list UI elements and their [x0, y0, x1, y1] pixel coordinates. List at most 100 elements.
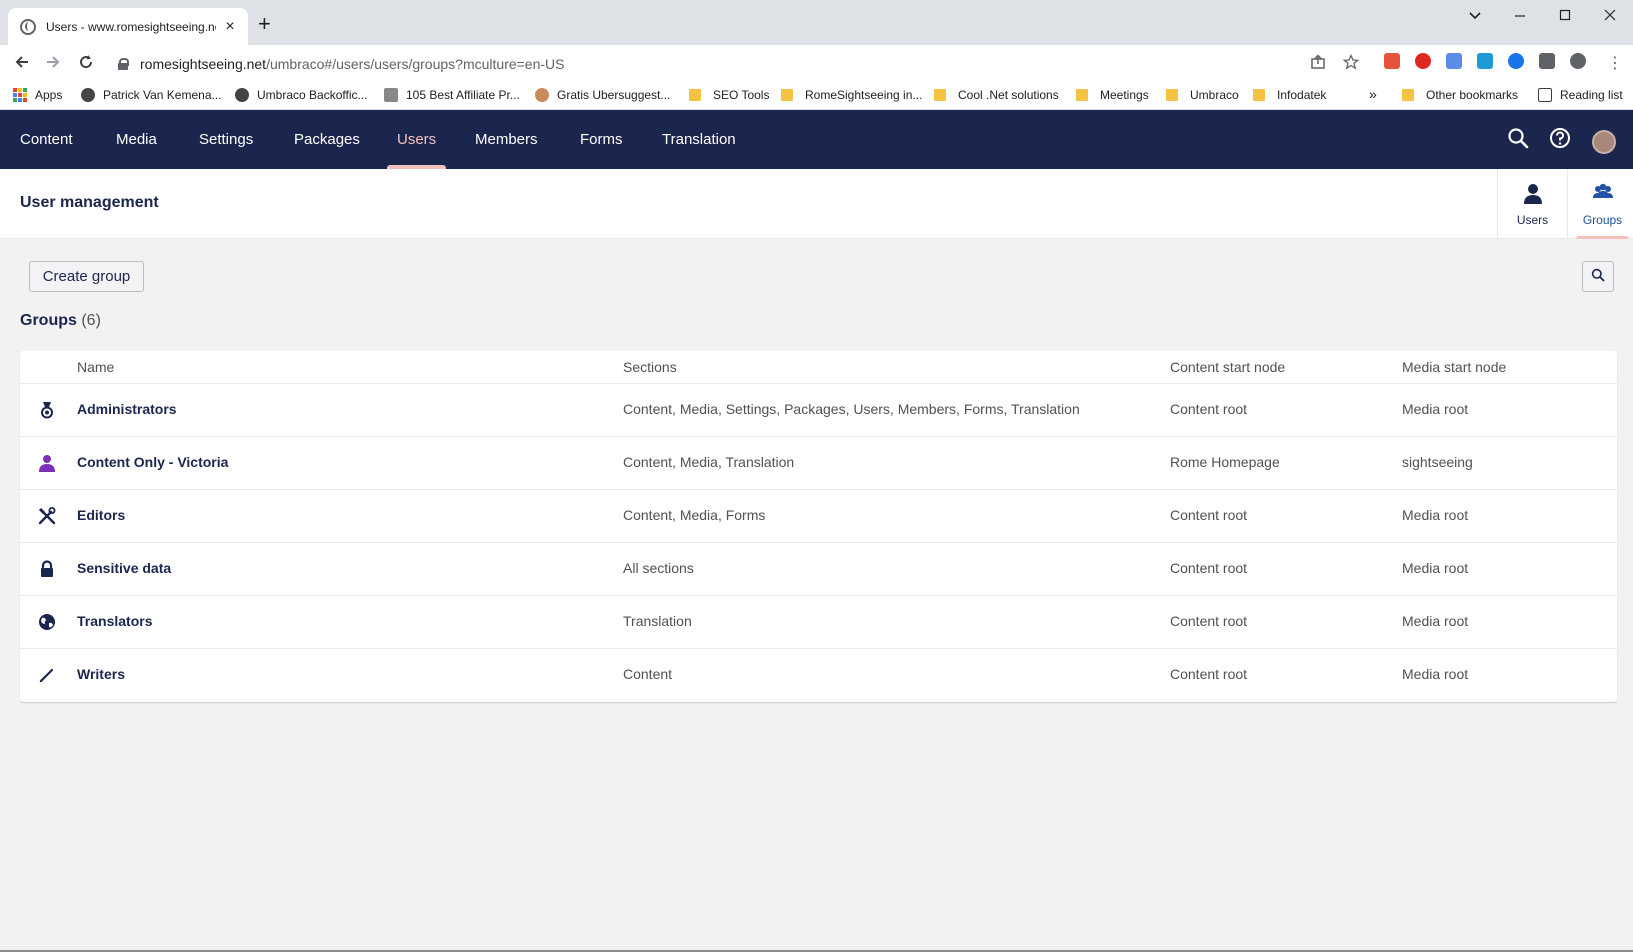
- reading-list[interactable]: Reading list: [1538, 88, 1623, 102]
- user-avatar[interactable]: [1592, 130, 1616, 154]
- group-name[interactable]: Translators: [77, 613, 152, 629]
- tab-close-icon[interactable]: ×: [222, 18, 238, 36]
- apps-icon: [13, 88, 27, 102]
- groups-title: Groups: [20, 312, 77, 329]
- translate-extension-icon[interactable]: [1446, 53, 1462, 69]
- search-icon[interactable]: [1507, 127, 1529, 154]
- pencil-icon: [38, 666, 56, 684]
- group-search-button[interactable]: [1582, 261, 1614, 292]
- section-packages[interactable]: Packages: [294, 110, 360, 169]
- section-content[interactable]: Content: [20, 110, 73, 169]
- table-row[interactable]: Content Only - Victoria Content, Media, …: [20, 437, 1617, 490]
- folder-icon: [1253, 89, 1265, 101]
- site-icon: [384, 88, 398, 102]
- new-tab-button[interactable]: +: [258, 13, 271, 35]
- lock-icon: [38, 560, 56, 578]
- bookmark-seo-tools[interactable]: SEO Tools: [689, 88, 769, 102]
- subnav-users[interactable]: Users: [1497, 169, 1567, 239]
- globe-icon: [20, 18, 36, 35]
- group-name[interactable]: Content Only - Victoria: [77, 454, 228, 470]
- table-row[interactable]: Sensitive data All sections Content root…: [20, 543, 1617, 596]
- url-host: romesightseeing.net: [140, 55, 267, 72]
- bookmark-umbraco-backoffice[interactable]: Umbraco Backoffic...: [235, 88, 367, 102]
- bookmark-romesightseeing[interactable]: RomeSightseeing in...: [781, 88, 922, 102]
- group-sections: Content, Media, Forms: [623, 507, 766, 523]
- bookmark-meetings[interactable]: Meetings: [1076, 88, 1149, 102]
- play-extension-icon[interactable]: [1508, 53, 1524, 69]
- page-title: User management: [20, 194, 159, 211]
- other-bookmarks[interactable]: Other bookmarks: [1402, 88, 1518, 102]
- subnav-users-label: Users: [1516, 213, 1549, 227]
- forward-icon[interactable]: [42, 53, 64, 75]
- kebab-menu-icon[interactable]: ⋮: [1607, 53, 1623, 73]
- site-icon: [535, 88, 549, 102]
- group-name[interactable]: Editors: [77, 507, 125, 523]
- section-members[interactable]: Members: [475, 110, 538, 169]
- column-content-start-node: Content start node: [1170, 359, 1286, 375]
- group-name[interactable]: Writers: [77, 666, 125, 682]
- create-group-button[interactable]: Create group: [29, 261, 144, 292]
- editor-header: User management Users Groups: [0, 169, 1633, 239]
- bookmarks-bar: Apps Patrick Van Kemena... Umbraco Backo…: [0, 82, 1633, 110]
- group-content-start: Rome Homepage: [1170, 454, 1280, 470]
- section-media[interactable]: Media: [116, 110, 157, 169]
- section-translation[interactable]: Translation: [662, 110, 736, 169]
- tab-title: Users - www.romesightseeing.ne: [46, 19, 216, 34]
- bookmark-umbraco[interactable]: Umbraco: [1166, 88, 1239, 102]
- group-media-start: sightseeing: [1402, 454, 1473, 470]
- bookmark-apps[interactable]: Apps: [13, 88, 62, 102]
- group-content-start: Content root: [1170, 666, 1248, 682]
- group-media-start: Media root: [1402, 560, 1469, 576]
- table-row[interactable]: Translators Translation Content root Med…: [20, 596, 1617, 649]
- section-settings[interactable]: Settings: [199, 110, 253, 169]
- globe-icon: [38, 613, 56, 631]
- tab-search-icon[interactable]: [1463, 8, 1487, 27]
- table-row[interactable]: Editors Content, Media, Forms Content ro…: [20, 490, 1617, 543]
- mail-extension-icon[interactable]: [1477, 53, 1493, 69]
- bookmark-affiliate[interactable]: 105 Best Affiliate Pr...: [384, 88, 520, 102]
- group-media-start: Media root: [1402, 507, 1469, 523]
- maximize-icon[interactable]: [1553, 8, 1577, 27]
- extension-icon[interactable]: [1384, 53, 1400, 69]
- tools-icon: [38, 507, 56, 525]
- users-group-icon: [1592, 183, 1614, 208]
- groups-table: Name Sections Content start node Media s…: [20, 351, 1617, 702]
- column-sections: Sections: [623, 359, 677, 375]
- folder-icon: [934, 89, 946, 101]
- column-media-start-node: Media start node: [1402, 359, 1507, 375]
- opera-extension-icon[interactable]: [1415, 53, 1431, 69]
- column-name[interactable]: Name: [77, 359, 114, 375]
- group-media-start: Media root: [1402, 401, 1469, 417]
- bookmark-ubersuggest[interactable]: Gratis Ubersuggest...: [535, 88, 670, 102]
- lock-icon: [118, 57, 129, 70]
- folder-icon: [689, 89, 701, 101]
- table-row[interactable]: Administrators Content, Media, Settings,…: [20, 384, 1617, 437]
- more-bookmarks-icon[interactable]: »: [1369, 86, 1377, 102]
- group-name[interactable]: Administrators: [77, 401, 177, 417]
- star-icon[interactable]: [1342, 53, 1360, 74]
- minimize-icon[interactable]: [1508, 8, 1532, 27]
- help-icon[interactable]: [1549, 127, 1571, 154]
- address-bar[interactable]: romesightseeing.net/umbraco#/users/users…: [106, 49, 1361, 78]
- browser-tab[interactable]: Users - www.romesightseeing.ne ×: [8, 8, 248, 45]
- back-icon[interactable]: [11, 53, 33, 75]
- umbraco-sections-nav: Content Media Settings Packages Users Me…: [0, 110, 1633, 169]
- medal-icon: [38, 401, 56, 419]
- profile-icon[interactable]: [1570, 53, 1586, 69]
- close-window-icon[interactable]: [1598, 8, 1622, 27]
- bookmark-net-solutions[interactable]: Cool .Net solutions: [934, 88, 1059, 102]
- site-icon: [235, 88, 249, 102]
- share-icon[interactable]: [1310, 54, 1326, 74]
- puzzle-icon[interactable]: [1539, 53, 1555, 69]
- url-path: /umbraco#/users/users/groups?mculture=en…: [266, 55, 565, 72]
- table-row[interactable]: Writers Content Content root Media root: [20, 649, 1617, 702]
- bookmark-patrick[interactable]: Patrick Van Kemena...: [81, 88, 222, 102]
- group-name[interactable]: Sensitive data: [77, 560, 171, 576]
- section-forms[interactable]: Forms: [580, 110, 623, 169]
- reload-icon[interactable]: [75, 53, 97, 75]
- subnav-groups[interactable]: Groups: [1567, 169, 1633, 239]
- section-users[interactable]: Users: [386, 110, 447, 169]
- groups-count: (6): [81, 312, 101, 329]
- user-icon: [1523, 183, 1543, 210]
- bookmark-infodatek[interactable]: Infodatek: [1253, 88, 1326, 102]
